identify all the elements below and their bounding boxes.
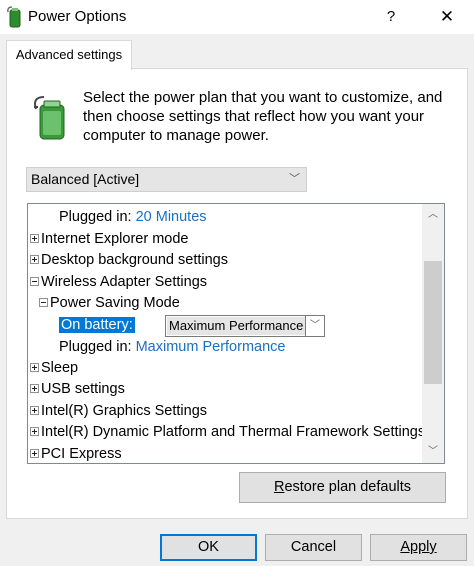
apply-button[interactable]: Apply [370,534,467,561]
tree-item-label: Plugged in: [59,339,132,355]
expand-plus-icon[interactable] [30,405,39,415]
tree-item-internet-explorer-mode[interactable]: Internet Explorer mode [30,229,189,250]
settings-tree[interactable]: Plugged in: 20 Minutes Internet Explorer… [27,203,445,464]
power-plan-select[interactable]: Balanced [Active] ﹀ [26,167,307,192]
tree-item-wireless-adapter-settings[interactable]: Wireless Adapter Settings [30,272,207,293]
cancel-button[interactable]: Cancel [265,534,362,561]
tree-item-label: USB settings [41,381,125,397]
expand-plus-icon[interactable] [30,362,39,372]
tree-item-label: Power Saving Mode [50,295,180,311]
collapse-minus-icon[interactable] [30,276,39,286]
on-battery-select-value: Maximum Performance [167,317,305,335]
tree-item-label: Sleep [41,360,79,376]
tree-item-label: Intel(R) Graphics Settings [41,403,208,419]
tree-item-label: Desktop background settings [41,252,228,268]
ok-button[interactable]: OK [160,534,257,561]
tree-item-label: PCI Express [41,446,122,462]
chevron-down-icon: ﹀ [289,173,300,185]
tree-item-power-saving-mode[interactable]: Power Saving Mode [39,293,180,314]
tree-item-value-link[interactable]: 20 Minutes [136,209,207,225]
expand-plus-icon[interactable] [30,233,39,243]
tab-advanced-settings[interactable]: Advanced settings [6,40,132,70]
tree-item-plugged-in-timeout[interactable]: Plugged in: 20 Minutes [59,207,207,228]
tree-item-intel-dptf-settings[interactable]: Intel(R) Dynamic Platform and Thermal Fr… [30,422,425,443]
apply-label: Apply [400,539,437,555]
window-title: Power Options [28,8,127,25]
tree-item-desktop-background-settings[interactable]: Desktop background settings [30,250,228,271]
description-text: Select the power plan that you want to c… [83,89,443,144]
close-button[interactable]: ✕ [420,0,474,34]
expand-plus-icon[interactable] [30,254,39,264]
tree-item-intel-graphics-settings[interactable]: Intel(R) Graphics Settings [30,401,207,422]
tree-item-on-battery[interactable]: On battery: [59,315,135,336]
expand-plus-icon[interactable] [30,426,39,436]
chevron-up-icon[interactable]: ︿ [422,204,444,226]
restore-accelerator: R [273,479,285,495]
tree-item-sleep[interactable]: Sleep [30,358,78,379]
tree-item-label-selected: On battery: [59,317,135,333]
expand-plus-icon[interactable] [30,448,39,458]
on-battery-select[interactable]: Maximum Performance ﹀ [165,315,325,337]
help-button[interactable]: ? [376,0,406,34]
tree-item-pci-express[interactable]: PCI Express [30,444,122,463]
vertical-scrollbar[interactable]: ︿ ﹀ [422,204,444,463]
expand-plus-icon[interactable] [30,383,39,393]
tree-item-value-link[interactable]: Maximum Performance [136,339,286,355]
restore-plan-defaults-button[interactable]: Restore plan defaults [239,472,446,503]
restore-label: estore plan defaults [284,479,412,495]
power-plan-battery-icon [34,96,65,140]
tree-item-label: Plugged in: [59,209,132,225]
tree-item-plugged-in-mode[interactable]: Plugged in: Maximum Performance [59,337,285,358]
scrollbar-thumb[interactable] [424,261,442,384]
tree-item-label: Intel(R) Dynamic Platform and Thermal Fr… [41,424,426,440]
chevron-down-icon[interactable]: ﹀ [422,441,444,463]
title-bar: Power Options ? ✕ [0,0,474,34]
tree-item-label: Internet Explorer mode [41,231,189,247]
tree-item-usb-settings[interactable]: USB settings [30,379,125,400]
chevron-down-icon[interactable]: ﹀ [305,316,324,336]
power-plan-select-value: Balanced [Active] [31,171,140,187]
tree-item-label: Wireless Adapter Settings [41,274,208,290]
collapse-minus-icon[interactable] [39,297,48,307]
power-options-battery-icon [7,6,21,28]
